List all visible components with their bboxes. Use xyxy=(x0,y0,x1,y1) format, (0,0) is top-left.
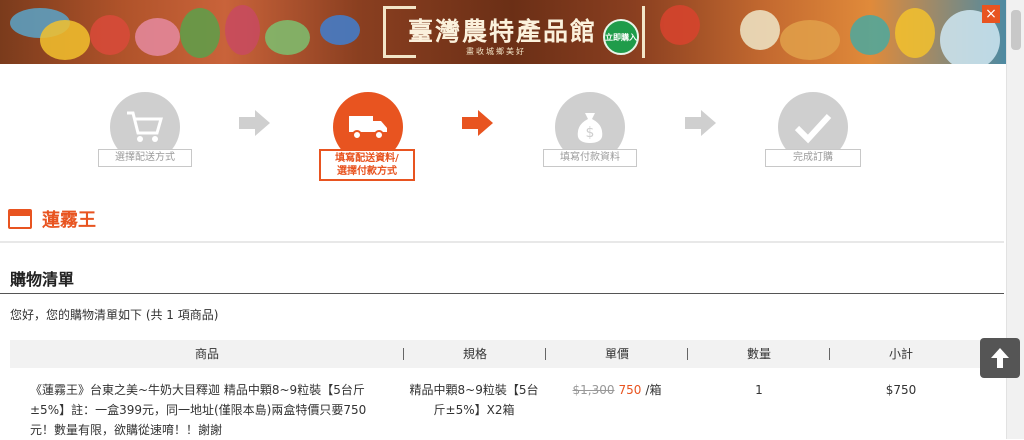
divider xyxy=(0,293,1004,294)
price-original: $1,300 xyxy=(572,383,615,397)
cart-greeting: 您好，您的購物清單如下 (共 1 項商品) xyxy=(10,308,219,322)
price-unit: /箱 xyxy=(645,383,662,397)
subtotal-value: $750 xyxy=(885,383,917,397)
column-header-price: 單價 xyxy=(604,347,629,361)
step-4-label: 完成訂購 xyxy=(765,149,861,167)
column-header-quantity: 數量 xyxy=(746,347,771,361)
column-header-spec: 規格 xyxy=(462,347,487,361)
scrollbar-thumb[interactable] xyxy=(1011,10,1021,50)
banana-illustration xyxy=(40,20,90,60)
quantity-value: 1 xyxy=(755,383,763,397)
cart-title: 購物清單 xyxy=(10,270,75,289)
column-header-subtotal: 小計 xyxy=(888,347,913,361)
truck-icon xyxy=(349,116,387,140)
step-1-label: 選擇配送方式 xyxy=(98,149,192,167)
close-icon[interactable]: × xyxy=(982,5,1000,23)
cart-icon xyxy=(127,111,163,142)
teapot-illustration xyxy=(850,15,890,55)
step-arrow-active-icon xyxy=(462,110,493,136)
price-discounted: 750 xyxy=(618,383,642,397)
site-banner: 臺灣農特產品館 畫收城鄉美好 立即購入 × xyxy=(0,0,1024,64)
arrow-up-icon xyxy=(991,348,1009,368)
step-2-label-line2: 選擇付款方式 xyxy=(337,166,397,177)
buy-now-badge[interactable]: 立即購入 xyxy=(603,19,639,55)
unit-price: $1,300 750/箱 xyxy=(546,380,688,400)
step-arrow-icon xyxy=(685,110,716,136)
blue-fish-illustration xyxy=(320,15,360,45)
step-2-label-line1: 填寫配送資料/ xyxy=(335,153,399,164)
divider xyxy=(0,241,1004,243)
store-name[interactable]: 蓮霧王 xyxy=(42,206,96,232)
lantern-illustration xyxy=(660,5,700,45)
brand-title[interactable]: 臺灣農特產品館 xyxy=(408,12,597,48)
table-header: 商品 規格 單價 數量 小計 xyxy=(10,340,1004,368)
check-icon xyxy=(794,113,832,144)
cabbage-illustration xyxy=(265,20,310,55)
column-header-product: 商品 xyxy=(194,347,219,361)
pineapple-illustration xyxy=(895,8,935,58)
snack-illustration xyxy=(780,20,840,60)
back-to-top-button[interactable] xyxy=(980,338,1020,378)
vegetable-illustration xyxy=(180,8,220,58)
meat-illustration xyxy=(135,18,180,56)
store-icon xyxy=(8,209,32,229)
money-bag-icon: $ xyxy=(577,113,603,143)
brand-subtitle: 畫收城鄉美好 xyxy=(466,47,526,56)
step-2-label: 填寫配送資料/ 選擇付款方式 xyxy=(319,149,415,181)
squid-illustration xyxy=(225,5,260,55)
dish-illustration xyxy=(740,10,780,50)
step-3-label: 填寫付款資料 xyxy=(543,149,637,167)
product-spec: 精品中顆8~9粒裝【5台斤±5%】X2箱 xyxy=(409,383,539,417)
product-name[interactable]: 《蓮霧王》台東之美~牛奶大目釋迦 精品中顆8~9粒裝【5台斤±5%】註：一盒39… xyxy=(30,380,380,440)
svg-text:$: $ xyxy=(586,125,595,141)
step-arrow-icon xyxy=(239,110,270,136)
fruit-illustration xyxy=(90,15,130,55)
